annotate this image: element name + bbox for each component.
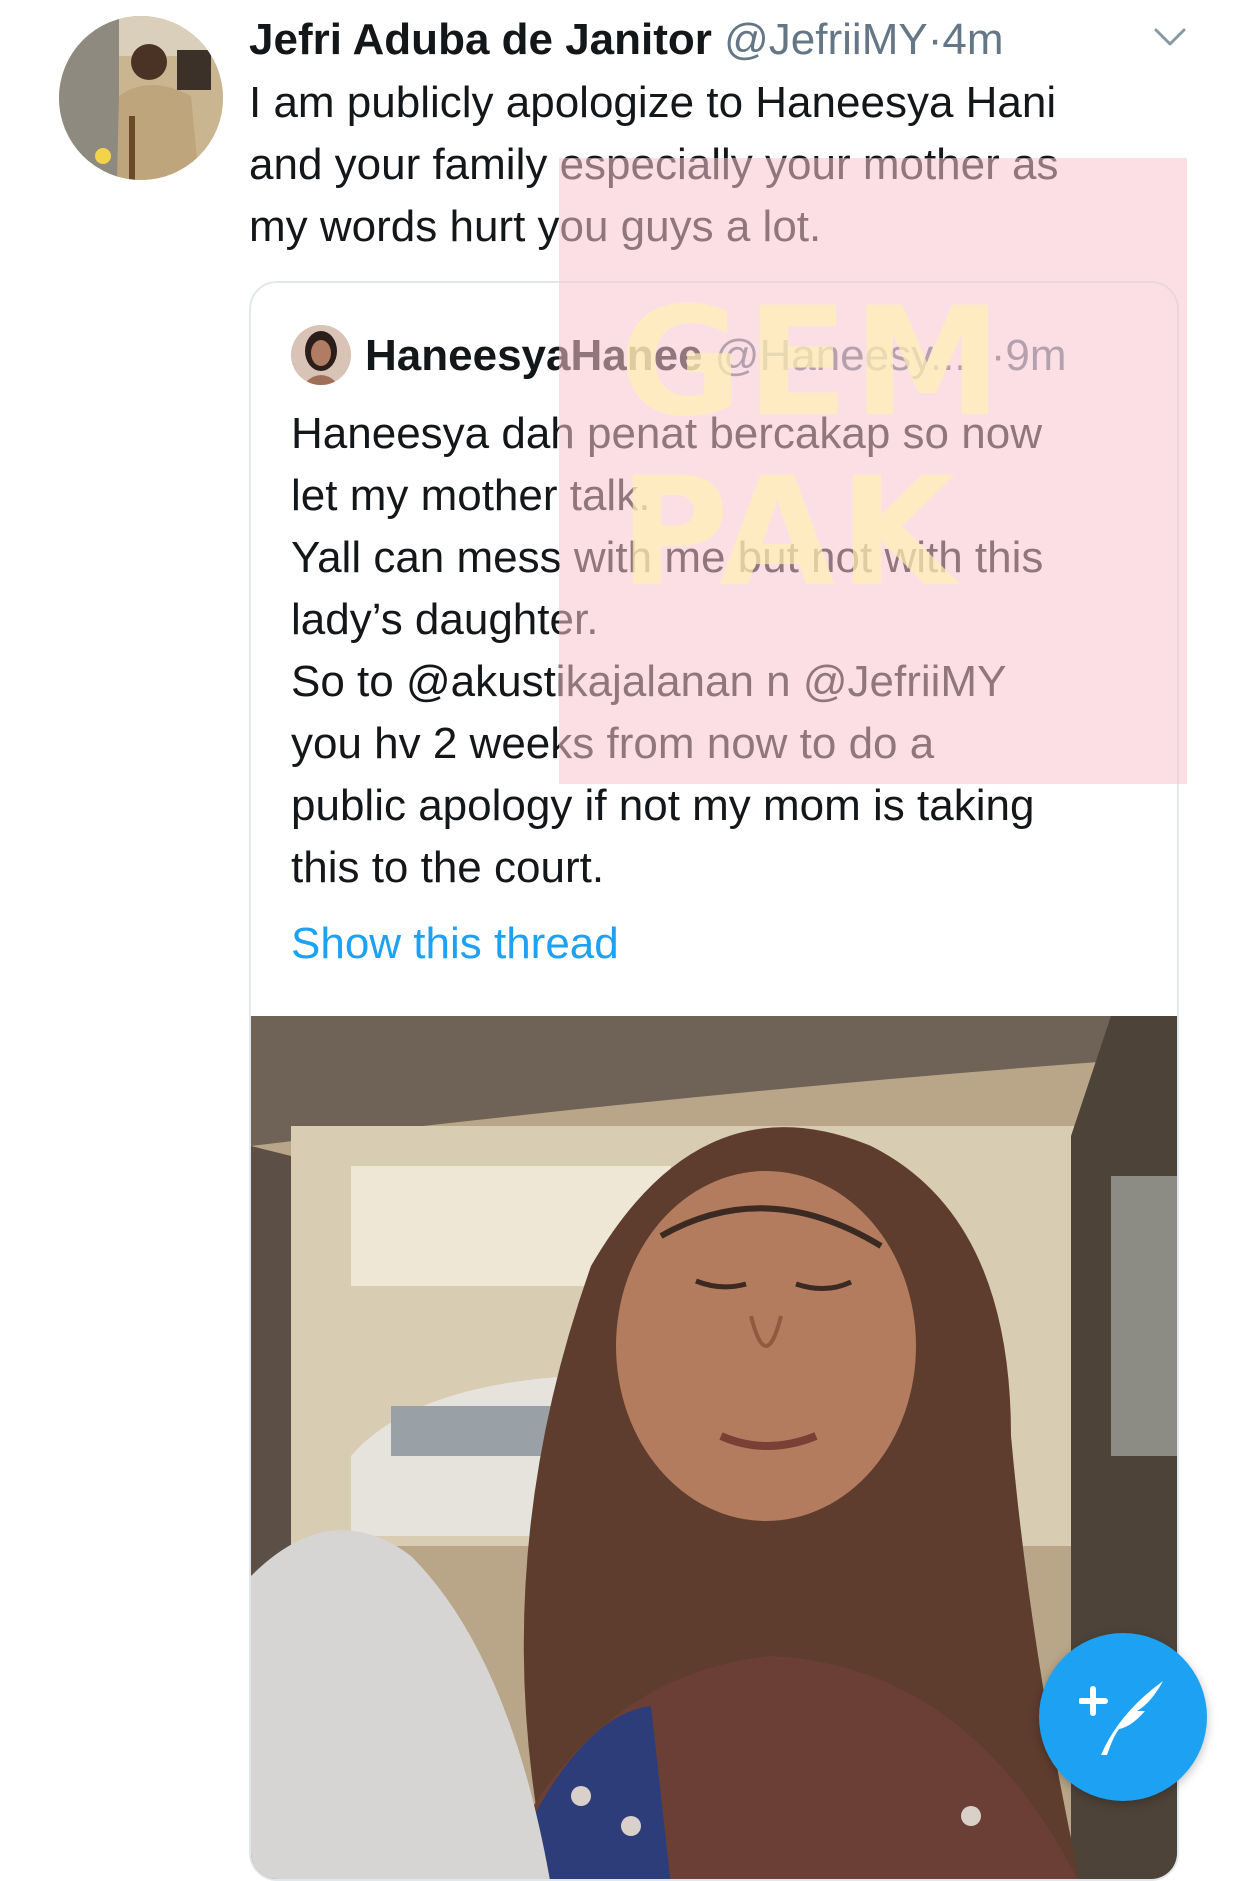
author-name[interactable]: Jefri Aduba de Janitor: [249, 15, 712, 64]
quoted-author-avatar: [291, 325, 351, 385]
quoted-author-handle[interactable]: @Haneesy...: [715, 331, 967, 380]
author-handle[interactable]: @JefriiMY: [724, 15, 928, 64]
person-avatar-icon: [59, 16, 223, 180]
compose-tweet-button[interactable]: [1039, 1633, 1207, 1801]
video-frame-image: [251, 1016, 1177, 1879]
chevron-down-icon: [1154, 28, 1186, 46]
tweet-header: Jefri Aduba de Janitor @JefriiMY·4m: [249, 10, 1199, 70]
tweet-timestamp[interactable]: 4m: [942, 15, 1003, 64]
quoted-author-name[interactable]: HaneesyaHanee: [365, 331, 703, 380]
show-thread-link[interactable]: Show this thread: [291, 913, 619, 975]
person-avatar-icon: [291, 325, 351, 385]
video-thumbnail[interactable]: [251, 1016, 1177, 1879]
separator-dot: ·: [927, 15, 943, 64]
compose-tweet-icon: [1079, 1681, 1163, 1755]
tweet-menu-button[interactable]: [1150, 20, 1190, 56]
author-avatar[interactable]: [59, 16, 223, 180]
quoted-tweet-text: Haneesya dah penat bercakap so now let m…: [291, 409, 1044, 892]
tweet-text: I am publicly apologize to Haneesya Hani…: [249, 78, 1059, 251]
quoted-tweet-header: HaneesyaHanee @Haneesy... ·9m: [365, 325, 1165, 387]
quoted-tweet-timestamp[interactable]: ·9m: [991, 331, 1067, 380]
quoted-tweet-card[interactable]: HaneesyaHanee @Haneesy... ·9m Haneesya d…: [249, 281, 1179, 1881]
